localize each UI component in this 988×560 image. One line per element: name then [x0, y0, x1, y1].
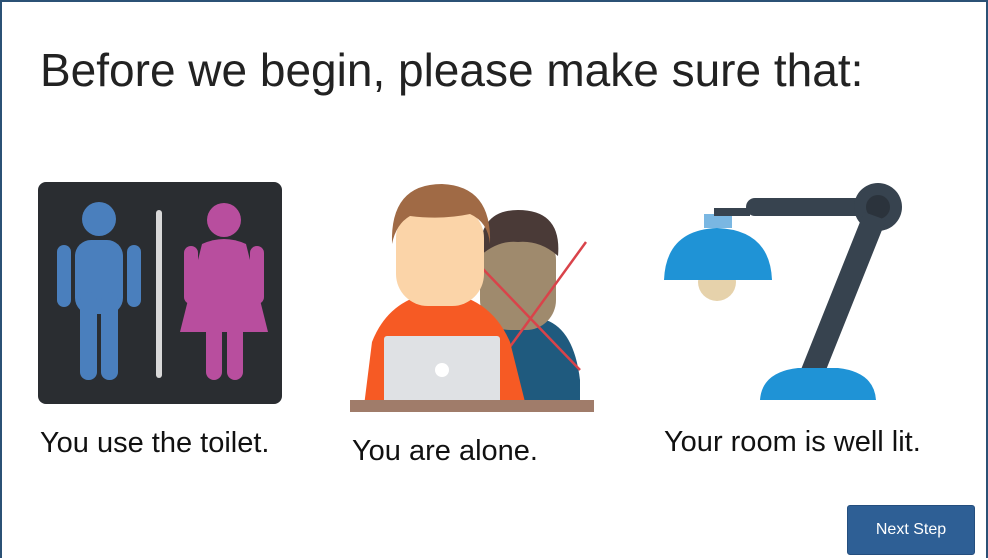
checklist-caption-toilet: You use the toilet. [40, 427, 270, 459]
toilet-sign-icon [38, 182, 282, 404]
alone-person-icon [350, 180, 594, 412]
desk-lamp-icon [662, 182, 910, 408]
checklist-caption-alone: You are alone. [352, 435, 538, 467]
page-title: Before we begin, please make sure that: [40, 44, 864, 96]
instructions-panel: Before we begin, please make sure that: [0, 0, 988, 558]
next-step-button[interactable]: Next Step [847, 505, 975, 555]
checklist-caption-lamp: Your room is well lit. [664, 426, 921, 458]
